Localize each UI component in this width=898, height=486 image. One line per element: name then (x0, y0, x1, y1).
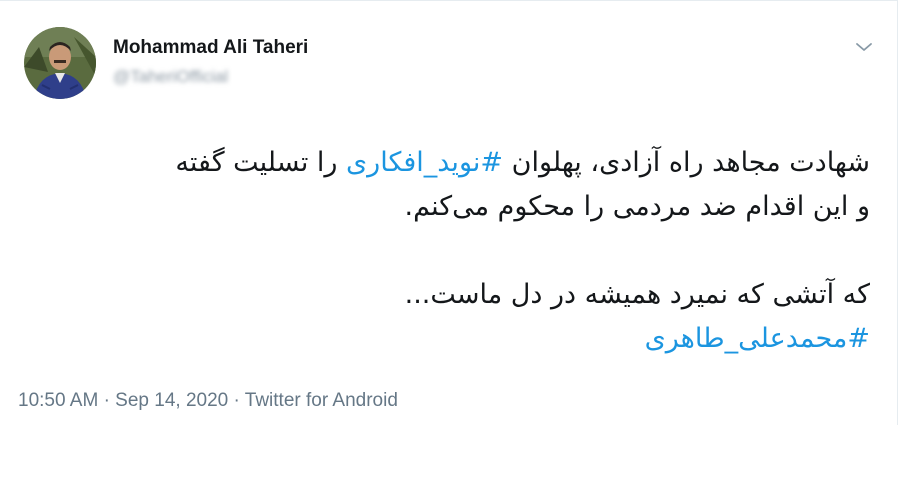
tweet-date[interactable]: Sep 14, 2020 (115, 390, 228, 411)
tweet-line-2: و این اقدام ضد مردمی را محکوم می‌کنم. (404, 191, 870, 222)
hashtag-mohammadali-taheri[interactable]: #محمدعلی_طاهری (645, 323, 870, 354)
hashtag-navid-afkari[interactable]: #نوید_افکاری (346, 147, 503, 178)
meta-separator: · (103, 390, 110, 411)
tweet-card: Mohammad Ali Taheri @TaheriOfficial شهاد… (0, 0, 898, 425)
tweet-source[interactable]: Twitter for Android (245, 390, 398, 411)
tweet-text: شهادت مجاهد راه آزادی، پهلوان #نوید_افکا… (30, 141, 870, 361)
tweet-line-3: که آتشی که نمیرد همیشه در دل ماست... (404, 279, 870, 310)
tweet-line-1-end: را تسلیت گفته (175, 147, 347, 178)
tweet-time[interactable]: 10:50 AM (18, 390, 98, 411)
chevron-down-icon[interactable] (852, 35, 876, 59)
tweet-meta: 10:50 AM · Sep 14, 2020 · Twitter for An… (18, 390, 398, 412)
author-handle[interactable]: @TaheriOfficial (113, 67, 228, 87)
author-name[interactable]: Mohammad Ali Taheri (113, 37, 308, 59)
tweet-line-4: #محمدعلی_طاهری (30, 317, 870, 361)
tweet-line-1: شهادت مجاهد راه آزادی، پهلوان #نوید_افکا… (30, 141, 870, 185)
meta-separator: · (233, 390, 240, 411)
avatar-photo (24, 27, 96, 99)
tweet-line-1-start: شهادت مجاهد راه آزادی، پهلوان (503, 147, 870, 178)
avatar[interactable] (24, 27, 96, 99)
